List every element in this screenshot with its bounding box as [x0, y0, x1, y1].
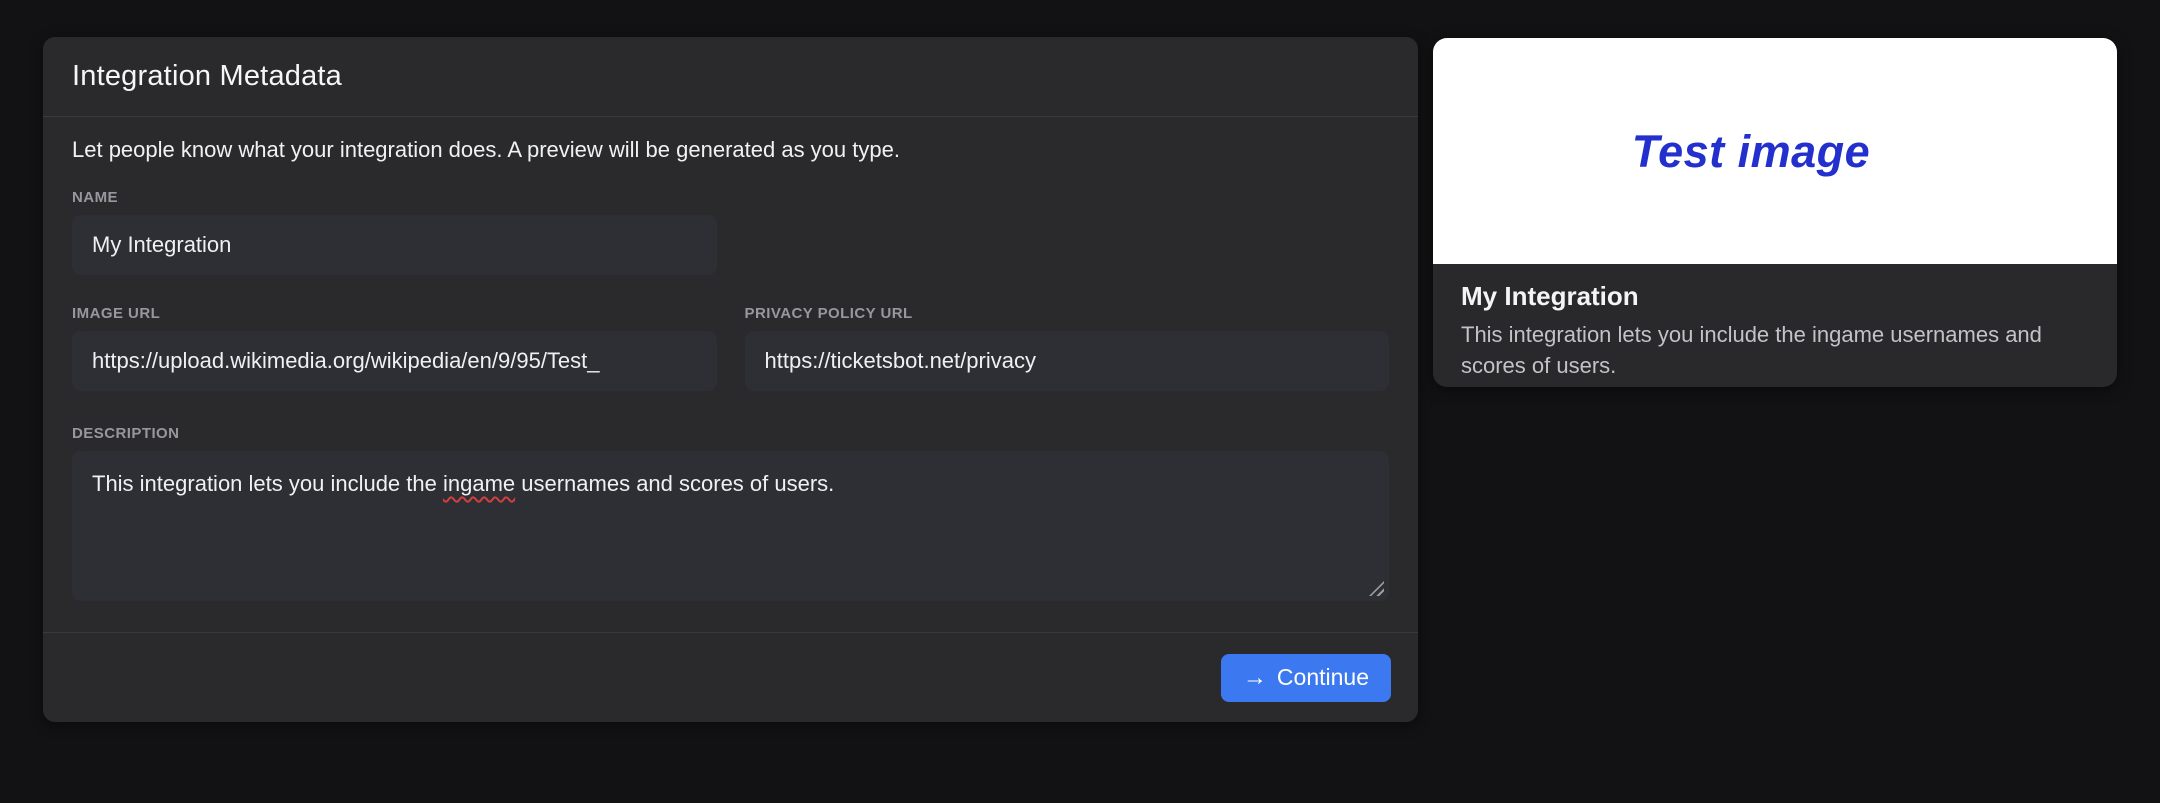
- form-subtitle: Let people know what your integration do…: [72, 137, 1389, 163]
- continue-button-label: Continue: [1277, 664, 1369, 691]
- integration-preview-card: Test image My Integration This integrati…: [1433, 38, 2117, 387]
- page-title: Integration Metadata: [72, 60, 342, 93]
- continue-button[interactable]: → Continue: [1221, 654, 1391, 702]
- integration-metadata-card: Integration Metadata Let people know wha…: [43, 37, 1418, 722]
- description-field-group: DESCRIPTION This integration lets you in…: [72, 425, 1389, 601]
- preview-title: My Integration: [1461, 281, 2089, 312]
- description-text-after: usernames and scores of users.: [515, 471, 834, 496]
- preview-image: Test image: [1433, 38, 2117, 264]
- privacy-policy-field-group: PRIVACY POLICY URL: [745, 305, 1390, 391]
- preview-description: This integration lets you include the in…: [1461, 319, 2089, 381]
- privacy-policy-url-label: PRIVACY POLICY URL: [745, 305, 1390, 322]
- name-field-group: NAME: [72, 189, 1389, 275]
- preview-image-text: Test image: [1632, 126, 1870, 178]
- misspelled-word: ingame: [443, 471, 515, 496]
- image-url-label: IMAGE URL: [72, 305, 717, 322]
- url-fields-row: IMAGE URL PRIVACY POLICY URL: [72, 305, 1389, 391]
- description-label: DESCRIPTION: [72, 425, 1389, 442]
- card-header: Integration Metadata: [43, 37, 1418, 117]
- name-input[interactable]: [72, 215, 717, 275]
- description-textarea[interactable]: This integration lets you include the in…: [72, 451, 1389, 601]
- privacy-policy-url-input[interactable]: [745, 331, 1390, 391]
- image-url-field-group: IMAGE URL: [72, 305, 717, 391]
- description-text-before: This integration lets you include the: [92, 471, 443, 496]
- name-label: NAME: [72, 189, 1389, 206]
- image-url-input[interactable]: [72, 331, 717, 391]
- textarea-resize-handle[interactable]: [1369, 581, 1384, 596]
- preview-info: My Integration This integration lets you…: [1433, 264, 2117, 387]
- card-footer: → Continue: [43, 632, 1418, 722]
- arrow-right-icon: →: [1243, 666, 1267, 690]
- card-body: Let people know what your integration do…: [43, 117, 1418, 632]
